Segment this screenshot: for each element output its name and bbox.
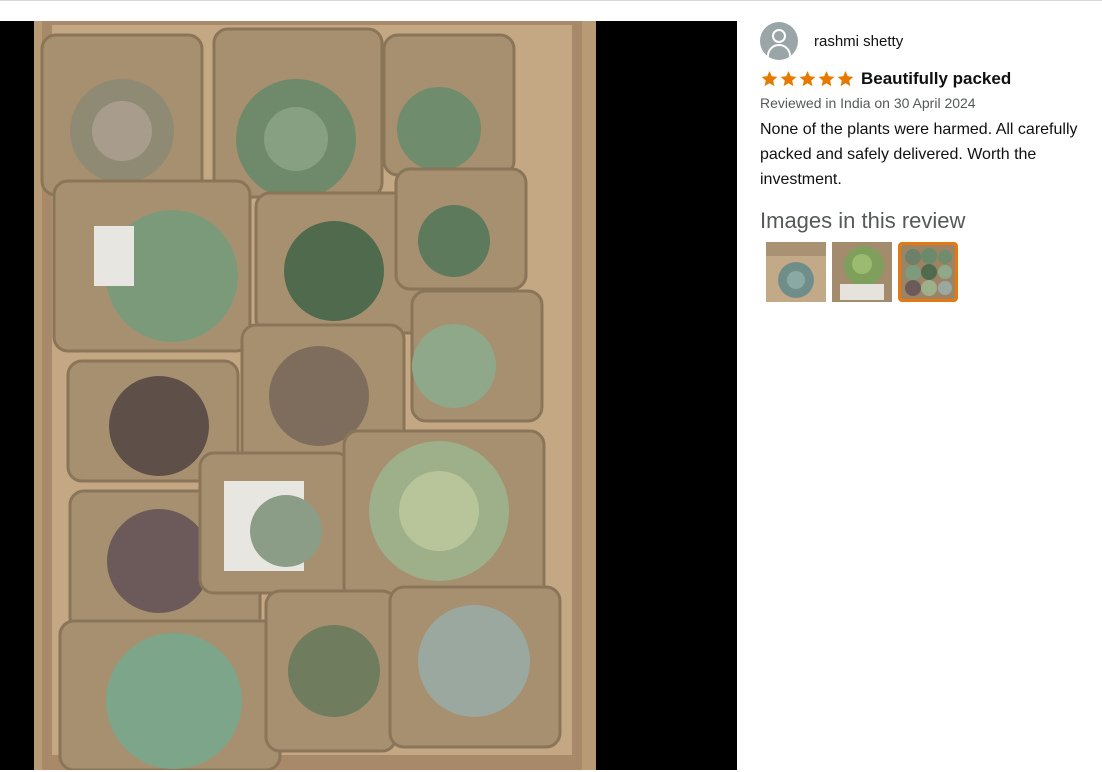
review-title: Beautifully packed <box>861 69 1012 88</box>
top-divider <box>0 0 1102 1</box>
user-avatar-icon <box>760 22 798 60</box>
review-panel: rashmi shetty Beautifully packed Reviewe… <box>760 21 1102 302</box>
review-image-thumbnail-selected[interactable] <box>898 242 958 302</box>
review-image-main[interactable] <box>34 21 596 770</box>
review-image-thumbnails <box>766 242 1102 302</box>
reviewer-profile[interactable]: rashmi shetty <box>760 21 1102 61</box>
star-rating <box>760 70 855 88</box>
review-body: None of the plants were harmed. All care… <box>760 121 1078 188</box>
review-image-thumbnail[interactable] <box>766 242 826 302</box>
star-icon <box>780 71 797 87</box>
review-date: Reviewed in India on 30 April 2024 <box>760 95 976 111</box>
star-icon <box>818 71 835 87</box>
images-heading: Images in this review <box>760 208 966 233</box>
rating-row: Beautifully packed <box>760 69 1102 89</box>
star-icon <box>761 71 778 87</box>
review-image-thumbnail[interactable] <box>832 242 892 302</box>
image-viewer <box>0 21 737 770</box>
reviewer-name[interactable]: rashmi shetty <box>814 33 903 50</box>
succulents-box-photo <box>34 21 596 770</box>
star-icon <box>837 71 854 87</box>
star-icon <box>799 71 816 87</box>
